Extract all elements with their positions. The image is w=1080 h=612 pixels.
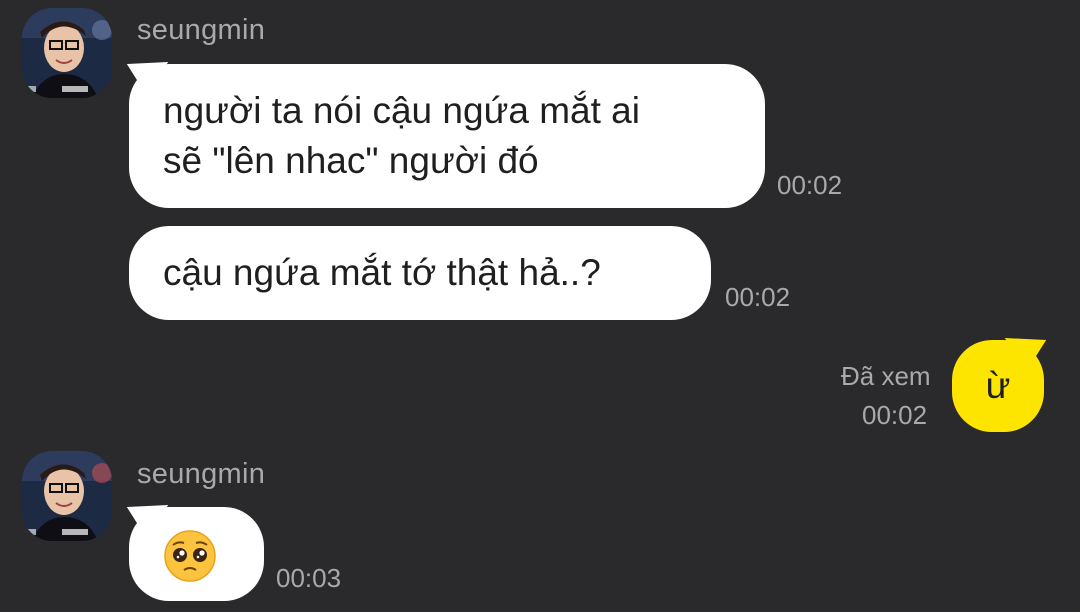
read-receipt: Đã xem	[841, 361, 931, 391]
my-message-bubble[interactable]: ừ	[952, 340, 1044, 432]
sender-name: seungmin	[137, 458, 266, 490]
message-text-line: người ta nói cậu ngứa mắt ai	[163, 90, 640, 131]
profile-avatar[interactable]	[22, 451, 112, 541]
message-timestamp: 00:02	[862, 400, 928, 430]
profile-avatar[interactable]	[22, 8, 112, 98]
message-text-line: cậu ngứa mắt tớ thật hả..?	[163, 252, 601, 293]
chat-room: seungmin người ta nói cậu ngứa mắt ai sẽ…	[0, 0, 1080, 612]
message-bubble[interactable]: người ta nói cậu ngứa mắt ai sẽ "lên nha…	[129, 64, 765, 208]
message-timestamp: 00:02	[725, 282, 791, 312]
message-bubble[interactable]	[129, 507, 264, 601]
message-bubble[interactable]: cậu ngứa mắt tớ thật hả..?	[129, 226, 711, 320]
profile-photo-icon	[22, 8, 112, 98]
profile-photo-icon	[22, 451, 112, 541]
sender-name: seungmin	[137, 14, 266, 46]
pleading-face-emoji-icon	[164, 530, 216, 582]
message-timestamp: 00:02	[777, 170, 843, 200]
message-text-line: sẽ "lên nhac" người đó	[163, 140, 539, 181]
message-timestamp: 00:03	[276, 563, 342, 593]
message-text: ừ	[985, 365, 1011, 406]
